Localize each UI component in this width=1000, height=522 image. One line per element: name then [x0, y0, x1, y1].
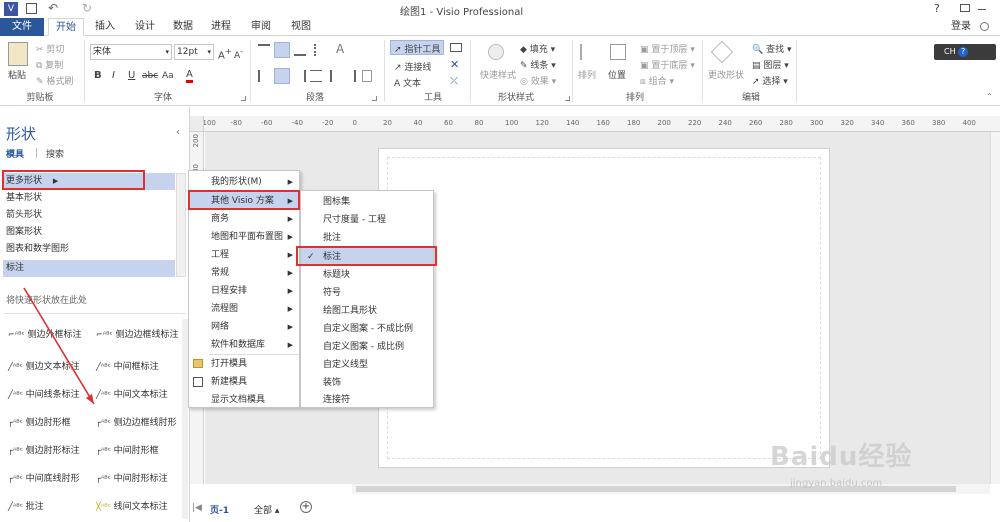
ruler-tick-label: 100 — [505, 119, 519, 127]
menu-item-open-stencil[interactable]: 打开模具 — [189, 355, 299, 373]
submenu-item[interactable]: 自定义图案 - 成比例 — [301, 338, 433, 356]
ruler-tick-label: 280 — [779, 119, 793, 127]
highlight-other-visio — [188, 190, 300, 210]
submenu-item[interactable]: 绘图工具形状 — [301, 302, 433, 320]
ruler-tick-label: 160 — [596, 119, 610, 127]
horizontal-scrollbar[interactable] — [352, 484, 990, 494]
menu-item-network[interactable]: 网络 ▶ — [189, 318, 299, 336]
ruler-tick-label: -40 — [291, 119, 303, 127]
chevron-right-icon: ▶ — [287, 341, 293, 349]
ruler-tick-label: 40 — [413, 119, 423, 127]
submenu-item[interactable]: 图标集 — [301, 193, 433, 211]
watermark-brand: Baidu — [770, 442, 859, 472]
all-pages-button[interactable]: 全部 ▴ — [254, 503, 279, 516]
menu-item-engineering[interactable]: 工程 ▶ — [189, 246, 299, 264]
menu-item-software-db[interactable]: 软件和数据库 ▶ — [189, 336, 299, 354]
baidu-watermark: Baidu经验 — [770, 436, 912, 473]
ruler-tick-label: 20 — [383, 119, 392, 127]
watermark-url: jingyan.baidu.com — [790, 478, 883, 489]
ruler-corner — [190, 116, 204, 132]
ruler-tick-label: -80 — [230, 119, 242, 127]
ruler-tick-label: 120 — [535, 119, 549, 127]
ruler-tick-label: 60 — [444, 119, 453, 127]
ruler-tick-label: 300 — [810, 119, 824, 127]
page-tab[interactable]: 页-1 — [210, 503, 229, 516]
ruler-tick-label: 0 — [352, 119, 357, 127]
ruler-tick-label: 180 — [627, 119, 641, 127]
menu-item-document-stencil[interactable]: 显示文档模具 — [189, 391, 299, 409]
ruler-tick-label: 380 — [932, 119, 946, 127]
menu-item-schedule[interactable]: 日程安排 ▶ — [189, 282, 299, 300]
submenu-item[interactable]: 标题块 — [301, 266, 433, 284]
submenu-item[interactable]: 自定义图案 - 不成比例 — [301, 320, 433, 338]
grid-icon — [193, 377, 203, 387]
drawing-page[interactable] — [378, 148, 830, 468]
ruler-tick-label: 200 — [657, 119, 671, 127]
add-page-icon[interactable]: + — [300, 501, 312, 513]
submenu-item[interactable]: 连接符 — [301, 391, 433, 409]
submenu-item[interactable]: 批注 — [301, 229, 433, 247]
ruler-tick-label: 200 — [192, 134, 200, 148]
submenu-item[interactable]: 自定义线型 — [301, 356, 433, 374]
chevron-right-icon: ▶ — [287, 305, 293, 313]
ruler-horizontal: -100 -80 -60 -40 -20 0 20 40 60 80 100 120 140 160 180… — [198, 116, 1000, 132]
menu-item-flowchart[interactable]: 流程图 ▶ — [189, 300, 299, 318]
ruler-tick-label: 220 — [688, 119, 702, 127]
submenu-item[interactable]: 尺寸度量 - 工程 — [301, 211, 433, 229]
submenu-item[interactable]: 装饰 — [301, 374, 433, 392]
vertical-scrollbar[interactable] — [990, 132, 1000, 484]
watermark-sub: 经验 — [858, 442, 913, 472]
chevron-right-icon: ▶ — [287, 178, 293, 186]
chevron-right-icon: ▶ — [287, 287, 293, 295]
open-folder-icon — [193, 359, 203, 368]
other-visio-submenu: 图标集 尺寸度量 - 工程 批注 ✓ 标注 标题块 符号 绘图工具形状 自定义图案… — [300, 190, 434, 408]
highlight-callouts — [296, 246, 437, 266]
menu-item-business[interactable]: 商务 ▶ — [189, 210, 299, 228]
chevron-right-icon: ▶ — [287, 323, 293, 331]
ruler-tick-label: 240 — [718, 119, 732, 127]
ruler-tick-label: 340 — [871, 119, 885, 127]
ruler-tick-label: 80 — [474, 119, 484, 127]
menu-item-my-shapes[interactable]: 我的形状(M) ▶ — [189, 173, 299, 191]
chevron-right-icon: ▶ — [287, 233, 293, 241]
ruler-tick-label: 360 — [901, 119, 915, 127]
chevron-right-icon: ▶ — [287, 215, 293, 223]
menu-item-general[interactable]: 常规 ▶ — [189, 264, 299, 282]
chevron-right-icon: ▶ — [287, 251, 293, 259]
ruler-tick-label: -60 — [261, 119, 273, 127]
first-page-icon[interactable]: |◀ — [192, 503, 202, 513]
ruler-tick-label: -20 — [322, 119, 334, 127]
menu-item-new-stencil[interactable]: 新建模具 — [189, 373, 299, 391]
ruler-tick-label: 260 — [749, 119, 763, 127]
ruler-tick-label: 140 — [566, 119, 580, 127]
chevron-right-icon: ▶ — [287, 269, 293, 277]
status-bar: |◀ 页-1 全部 ▴ + — [190, 496, 1000, 522]
ruler-tick-label: 320 — [840, 119, 854, 127]
submenu-item[interactable]: 符号 — [301, 284, 433, 302]
menu-item-maps[interactable]: 地图和平面布置图 ▶ — [189, 228, 299, 246]
ruler-tick-label: 400 — [962, 119, 976, 127]
